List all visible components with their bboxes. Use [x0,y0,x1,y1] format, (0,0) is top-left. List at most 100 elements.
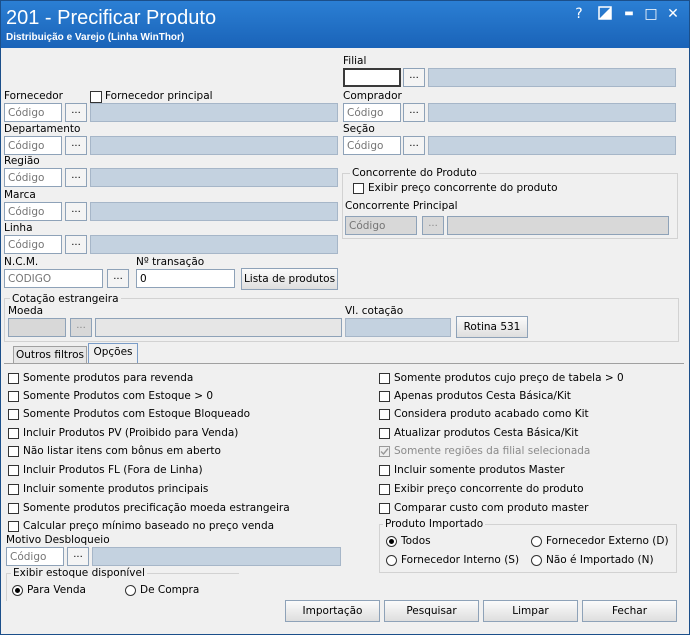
radio-circle[interactable] [125,585,136,596]
minimize-icon[interactable]: ▬ [621,6,637,22]
checkbox-box[interactable] [379,465,390,476]
left-option-1-checkbox[interactable]: Somente produtos para revenda [8,371,298,386]
radio-circle[interactable] [12,585,23,596]
checkbox-box[interactable] [90,91,102,103]
vl-cotacao-field [345,318,451,337]
fornecedor-externo-radio[interactable]: Fornecedor Externo (D) [531,535,671,549]
left-option-7-checkbox[interactable]: Incluir somente produtos principais [8,482,298,497]
checkbox-box[interactable] [8,503,19,514]
para-venda-radio[interactable]: Para Venda [12,584,112,598]
left-option-1-label: Somente produtos para revenda [23,372,194,384]
secao-code-input[interactable] [343,136,401,155]
importado-todos-radio[interactable]: Todos [386,535,506,549]
fornecedor-code-input[interactable] [4,103,62,122]
exibir-preco-concorrente-checkbox[interactable]: Exibir preço concorrente do produto [353,181,573,196]
maximize-icon[interactable]: □ [643,6,659,22]
fornecedor-search-button[interactable]: ... [65,103,87,122]
radio-circle[interactable] [531,536,542,547]
de-compra-radio[interactable]: De Compra [125,584,225,598]
importacao-button[interactable]: Importação [285,600,380,622]
departamento-search-button[interactable]: ... [65,136,87,155]
tab-opcoes[interactable]: Opções [88,343,138,364]
marca-code-input[interactable] [4,202,62,221]
pesquisar-button[interactable]: Pesquisar [384,600,479,622]
filial-code-input[interactable] [343,68,401,87]
left-option-8-label: Somente produtos precificação moeda estr… [23,502,290,514]
transacao-input[interactable] [136,269,235,288]
left-option-6-label: Incluir Produtos FL (Fora de Linha) [23,464,203,476]
left-option-3-checkbox[interactable]: Somente Produtos com Estoque Bloqueado [8,407,298,422]
theme-toggle-icon[interactable] [597,6,613,22]
ncm-search-button[interactable]: ... [107,269,129,288]
moeda-search-button: ... [70,318,92,337]
departamento-code-input[interactable] [4,136,62,155]
regiao-code-input[interactable] [4,168,62,187]
checkbox-box[interactable] [8,521,19,532]
checkbox-box[interactable] [8,446,19,457]
checkbox-box[interactable] [379,503,390,514]
secao-description-field [428,136,676,155]
checkbox-box[interactable] [379,484,390,495]
checkbox-box[interactable] [353,183,364,194]
secao-search-button[interactable]: ... [403,136,425,155]
right-option-1-checkbox[interactable]: Somente produtos cujo preço de tabela > … [379,371,669,386]
left-option-2-checkbox[interactable]: Somente Produtos com Estoque > 0 [8,389,298,404]
fornecedor-interno-radio[interactable]: Fornecedor Interno (S) [386,554,526,568]
moeda-description-field [95,318,342,337]
right-option-4-checkbox[interactable]: Atualizar produtos Cesta Básica/Kit [379,426,669,441]
fornecedor-principal-checkbox[interactable]: Fornecedor principal [90,89,230,104]
left-option-9-checkbox[interactable]: Calcular preço mínimo baseado no preço v… [8,519,298,534]
radio-circle[interactable] [386,536,397,547]
close-icon[interactable]: ✕ [665,6,681,22]
help-icon[interactable]: ? [571,6,587,22]
checkbox-box[interactable] [8,465,19,476]
regiao-search-button[interactable]: ... [65,168,87,187]
right-option-7-checkbox[interactable]: Exibir preço concorrente do produto [379,482,669,497]
radio-circle[interactable] [386,555,397,566]
left-option-4-checkbox[interactable]: Incluir Produtos PV (Proibido para Venda… [8,426,298,441]
filial-label: Filial [343,55,367,67]
window-subtitle: Distribuição e Varejo (Linha WinThor) [6,32,185,43]
checkbox-box[interactable] [8,409,19,420]
comprador-label: Comprador [343,90,402,102]
concorrente-principal-label: Concorrente Principal [345,200,458,212]
checkbox-box[interactable] [379,428,390,439]
left-option-8-checkbox[interactable]: Somente produtos precificação moeda estr… [8,501,298,516]
limpar-button[interactable]: Limpar [483,600,578,622]
checkbox-box[interactable] [379,391,390,402]
left-option-5-checkbox[interactable]: Não listar itens com bônus em aberto [8,444,298,459]
radio-circle[interactable] [531,555,542,566]
motivo-search-button[interactable]: ... [67,547,89,566]
checkbox-box[interactable] [8,428,19,439]
checkbox-box[interactable] [8,391,19,402]
filial-search-button[interactable]: ... [403,68,425,87]
comprador-code-input[interactable] [343,103,401,122]
left-option-6-checkbox[interactable]: Incluir Produtos FL (Fora de Linha) [8,463,298,478]
checkbox-box[interactable] [379,373,390,384]
rotina-531-button[interactable]: Rotina 531 [456,316,528,338]
exibir-preco-concorrente-label: Exibir preço concorrente do produto [368,182,558,194]
fornecedor-principal-label: Fornecedor principal [105,90,213,102]
marca-search-button[interactable]: ... [65,202,87,221]
checkbox-box[interactable] [8,484,19,495]
ncm-code-input[interactable] [4,269,103,288]
right-option-2-checkbox[interactable]: Apenas produtos Cesta Básica/Kit [379,389,669,404]
checkbox-box[interactable] [379,409,390,420]
linha-search-button[interactable]: ... [65,235,87,254]
motivo-label: Motivo Desbloqueio [6,534,110,546]
concorrente-search-button: ... [422,216,444,235]
comprador-search-button[interactable]: ... [403,103,425,122]
lista-produtos-button[interactable]: Lista de produtos [241,268,338,290]
para-venda-label: Para Venda [27,584,86,596]
regiao-label: Região [4,155,40,167]
main-window: 201 - Precificar Produto Distribuição e … [0,0,690,635]
linha-code-input[interactable] [4,235,62,254]
tab-outros-filtros[interactable]: Outros filtros [13,346,87,364]
right-option-8-checkbox[interactable]: Comparar custo com produto master [379,501,669,516]
right-option-3-checkbox[interactable]: Considera produto acabado como Kit [379,407,669,422]
fechar-button[interactable]: Fechar [582,600,677,622]
right-option-6-checkbox[interactable]: Incluir somente produtos Master [379,463,669,478]
checkbox-box[interactable] [8,373,19,384]
nao-importado-radio[interactable]: Não é Importado (N) [531,554,671,568]
motivo-code-input[interactable] [6,547,64,566]
